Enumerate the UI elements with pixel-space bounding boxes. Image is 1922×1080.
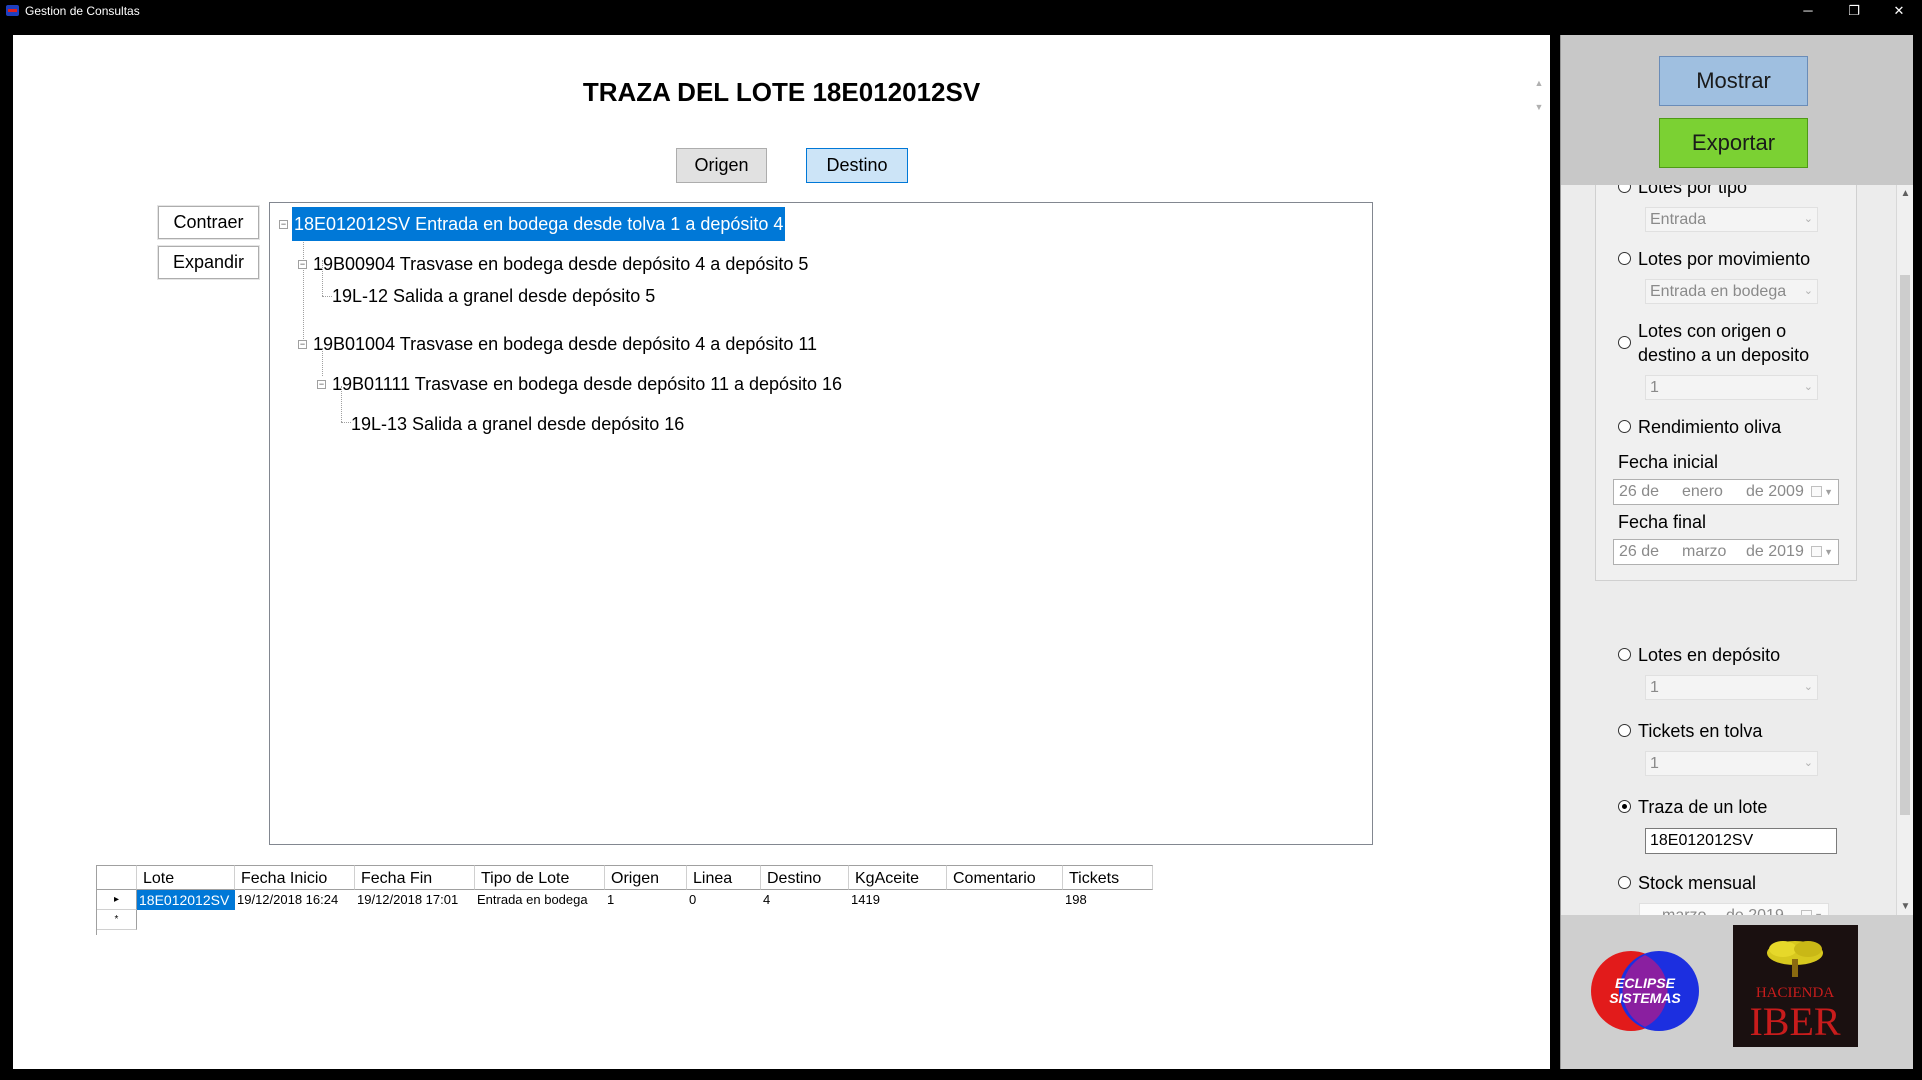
grid-cell[interactable]: 198 — [1063, 890, 1153, 910]
column-header[interactable]: Tickets — [1063, 865, 1153, 890]
grid-cell[interactable]: Entrada en bodega — [475, 890, 605, 910]
tree-connector — [303, 231, 304, 341]
fecha-inicial-picker[interactable]: 26 de enero de 2009 ▼ — [1613, 479, 1839, 505]
scroll-down-icon[interactable]: ▼ — [1897, 898, 1913, 915]
origen-button[interactable]: Origen — [676, 148, 767, 183]
fecha-final-picker[interactable]: 26 de marzo de 2019 ▼ — [1613, 539, 1839, 565]
column-header[interactable]: Fecha Inicio — [235, 865, 355, 890]
stock-month-picker[interactable]: marzo de 2019 ▼ — [1639, 903, 1829, 915]
column-header[interactable]: Linea — [687, 865, 761, 890]
grid-corner — [97, 865, 137, 890]
column-header[interactable]: Comentario — [947, 865, 1063, 890]
grid-cell[interactable]: 18E012012SV — [137, 890, 235, 910]
fecha-inicial-label: Fecha inicial — [1618, 452, 1719, 472]
tree-node[interactable]: 18E012012SV Entrada en bodega desde tolv… — [292, 207, 786, 241]
eclipse-logo-text: ECLIPSE — [1615, 975, 1676, 991]
options-scrollbar[interactable]: ▲ ▼ — [1896, 185, 1913, 915]
tolva-select[interactable]: 1 ⌄ — [1645, 751, 1818, 776]
chevron-down-icon: ▼ — [1814, 904, 1823, 915]
logos-area: ECLIPSE SISTEMAS HACIENDA IBER — [1561, 915, 1913, 1069]
options-scroll-area[interactable]: Lotes por tipo Entrada ⌄ Lotes por movimi… — [1561, 185, 1913, 915]
grid-cell[interactable]: 4 — [761, 890, 849, 910]
collapse-toggle[interactable]: − — [298, 340, 307, 349]
collapse-toggle[interactable]: − — [279, 220, 288, 229]
window-title: Gestion de Consultas — [25, 4, 140, 18]
scroll-thumb[interactable] — [1900, 275, 1910, 815]
chevron-down-icon: ⌄ — [1803, 681, 1813, 693]
grid-cell[interactable]: 0 — [687, 890, 761, 910]
grid-cell[interactable]: 19/12/2018 17:01 — [355, 890, 475, 910]
deposito-select[interactable]: 1 ⌄ — [1645, 375, 1818, 400]
calendar-icon — [1811, 546, 1822, 557]
column-header[interactable]: Destino — [761, 865, 849, 890]
mostrar-button[interactable]: Mostrar — [1659, 56, 1808, 106]
grid-cell[interactable] — [947, 890, 1063, 910]
hacienda-iber-logo: HACIENDA IBER — [1733, 925, 1858, 1047]
minimize-button[interactable]: ─ — [1785, 0, 1831, 22]
column-header[interactable]: Origen — [605, 865, 687, 890]
grid-cell[interactable]: 19/12/2018 16:24 — [235, 890, 355, 910]
traza-lote-input[interactable]: 18E012012SV — [1645, 828, 1837, 854]
chevron-down-icon: ⌄ — [1803, 285, 1813, 297]
query-options-panel: Mostrar Exportar Lotes por tipo Entrada ⌄… — [1560, 35, 1913, 1069]
chevron-down-icon: ▼ — [1824, 487, 1833, 497]
new-row-marker[interactable]: * — [97, 910, 137, 930]
grid-cell[interactable]: 1419 — [849, 890, 947, 910]
iber-logo-text: IBER — [1749, 999, 1840, 1044]
column-header[interactable]: Tipo de Lote — [475, 865, 605, 890]
lotes-deposito-select[interactable]: 1 ⌄ — [1645, 675, 1818, 700]
chevron-down-icon: ⌄ — [1803, 757, 1813, 769]
grid-cell[interactable]: 1 — [605, 890, 687, 910]
page-title: TRAZA DEL LOTE 18E012012SV — [582, 77, 981, 107]
current-row-marker[interactable]: ▸ — [97, 890, 137, 910]
chevron-down-icon: ⌄ — [1803, 213, 1813, 225]
expandir-button[interactable]: Expandir — [158, 246, 259, 279]
eclipse-sistemas-logo: ECLIPSE SISTEMAS — [1591, 951, 1699, 1031]
tree-node[interactable]: 19B01004 Trasvase en bodega desde depósi… — [313, 327, 817, 361]
tree-node[interactable]: 19L-13 Salida a granel desde depósito 16 — [351, 407, 684, 441]
scroll-up-icon[interactable]: ▲ — [1897, 185, 1913, 202]
exportar-button[interactable]: Exportar — [1659, 118, 1808, 168]
eclipse-logo-text: SISTEMAS — [1609, 990, 1681, 1006]
app-window: Gestion de Consultas ─ ❐ ✕ TRAZA DEL LOT… — [0, 0, 1922, 1080]
calendar-icon — [1811, 486, 1822, 497]
movimiento-select[interactable]: Entrada en bodega ⌄ — [1645, 279, 1818, 304]
results-grid[interactable]: Lote Fecha Inicio Fecha Fin Tipo de Lote… — [96, 865, 1153, 935]
tree-node[interactable]: 19L-12 Salida a granel desde depósito 5 — [332, 279, 655, 313]
column-header[interactable]: KgAceite — [849, 865, 947, 890]
app-icon — [6, 5, 19, 16]
title-bar: Gestion de Consultas ─ ❐ ✕ — [0, 0, 1922, 22]
tree-node[interactable]: 19B00904 Trasvase en bodega desde depósi… — [313, 247, 808, 281]
close-button[interactable]: ✕ — [1876, 0, 1922, 22]
fecha-final-label: Fecha final — [1618, 512, 1707, 532]
chevron-down-icon: ▼ — [1824, 547, 1833, 557]
restore-button[interactable]: ❐ — [1831, 0, 1877, 22]
collapse-toggle[interactable]: − — [317, 380, 326, 389]
column-header[interactable]: Fecha Fin — [355, 865, 475, 890]
contraer-button[interactable]: Contraer — [158, 206, 259, 239]
chevron-down-icon: ⌄ — [1803, 381, 1813, 393]
lot-trace-tree[interactable]: − 18E012012SV Entrada en bodega desde to… — [269, 202, 1373, 845]
tree-connector — [341, 422, 351, 423]
main-panel: TRAZA DEL LOTE 18E012012SV ▲ ▼ Origen Des… — [13, 35, 1550, 1069]
collapse-toggle[interactable]: − — [298, 260, 307, 269]
mini-scrollbar[interactable]: ▲ ▼ — [1532, 77, 1546, 113]
column-header[interactable]: Lote — [137, 865, 235, 890]
tree-node[interactable]: 19B01111 Trasvase en bodega desde depósi… — [332, 367, 842, 401]
action-buttons-area: Mostrar Exportar — [1561, 35, 1913, 185]
tree-connector — [322, 296, 332, 297]
destino-button[interactable]: Destino — [806, 148, 908, 183]
tipo-select[interactable]: Entrada ⌄ — [1645, 207, 1818, 232]
